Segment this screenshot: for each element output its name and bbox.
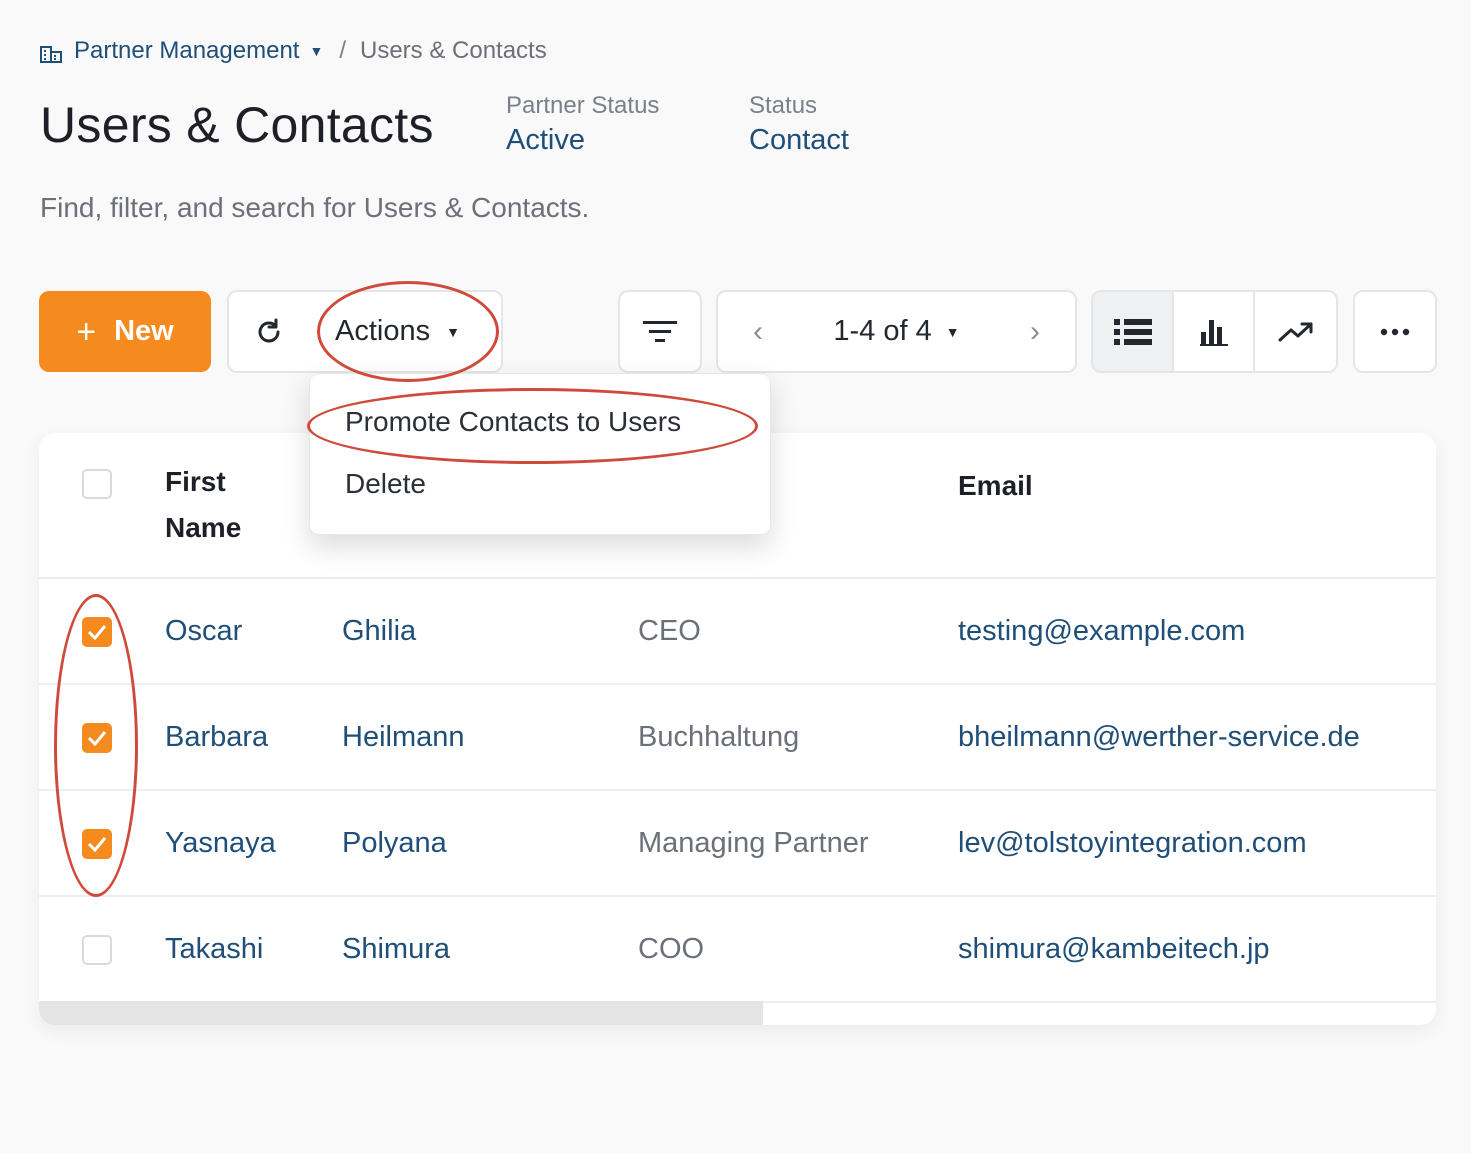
cell-last-name: Ghilia <box>342 614 417 647</box>
cell-email[interactable]: shimura@kambeitech.jp <box>958 897 1270 1001</box>
cell-title: COO <box>638 932 705 965</box>
actions-label: Actions <box>335 315 431 347</box>
filter-button[interactable] <box>618 290 702 373</box>
cell-last-name: Heilmann <box>342 720 465 753</box>
building-icon <box>40 42 62 63</box>
partner-status-label: Partner Status <box>506 92 660 119</box>
cell-title: Buchhaltung <box>638 720 800 753</box>
previous-page-button[interactable]: ‹ <box>718 292 798 371</box>
trend-view-button[interactable] <box>1255 292 1336 371</box>
horizontal-scrollbar[interactable] <box>39 1001 763 1025</box>
breadcrumb-current: Users & Contacts <box>360 37 547 64</box>
breadcrumb-root[interactable]: Partner Management ▼ <box>40 37 323 65</box>
status-label: Status <box>749 92 818 119</box>
cell-first-name: Barbara <box>165 720 269 753</box>
pagination: ‹ 1-4 of 4 ▼ › <box>716 290 1077 373</box>
new-button-label: New <box>114 315 174 347</box>
list-view-button[interactable] <box>1093 292 1175 371</box>
pager-range-dropdown[interactable]: 1-4 of 4 ▼ <box>798 315 995 348</box>
filter-icon <box>643 320 677 342</box>
column-header-first-name[interactable]: First Name <box>165 459 275 551</box>
refresh-button[interactable] <box>229 292 309 371</box>
chart-view-button[interactable] <box>1174 292 1256 371</box>
row-checkbox[interactable] <box>82 829 112 859</box>
checkmark-icon <box>87 837 107 852</box>
breadcrumb: Partner Management ▼ / Users & Contacts <box>40 34 547 68</box>
chevron-right-icon: › <box>1030 314 1040 348</box>
cell-first-name: Takashi <box>165 932 264 965</box>
cell-last-name: Shimura <box>342 932 450 965</box>
view-switcher <box>1091 290 1338 373</box>
row-checkbox[interactable] <box>82 723 112 753</box>
cell-title: Managing Partner <box>638 826 869 859</box>
chevron-down-icon: ▼ <box>309 43 324 59</box>
plus-icon: + <box>76 312 97 351</box>
cell-first-name: Yasnaya <box>165 826 276 859</box>
partner-status-value: Active <box>506 124 585 156</box>
refresh-icon <box>258 318 280 342</box>
cell-last-name: Polyana <box>342 826 447 859</box>
actions-dropdown-button[interactable]: Actions ▼ <box>335 315 460 348</box>
more-horizontal-icon <box>1380 328 1410 335</box>
cell-email[interactable]: bheilmann@werther-service.de <box>958 685 1360 789</box>
cell-email[interactable]: testing@example.com <box>958 579 1245 683</box>
actions-toolbar-group: Actions ▼ <box>227 290 503 373</box>
row-checkbox[interactable] <box>82 935 112 965</box>
cell-email[interactable]: lev@tolstoyintegration.com <box>958 791 1307 895</box>
cell-first-name: Oscar <box>165 614 243 647</box>
breadcrumb-root-label: Partner Management <box>74 37 300 64</box>
more-options-button[interactable] <box>1353 290 1437 373</box>
actions-menu: Promote Contacts to Users Delete <box>309 373 771 535</box>
column-header-email[interactable]: Email <box>958 463 1033 509</box>
checkmark-icon <box>87 731 107 746</box>
row-checkbox[interactable] <box>82 617 112 647</box>
table-row[interactable]: Takashi Shimura COO shimura@kambeitech.j… <box>39 897 1436 1003</box>
table-row[interactable]: Oscar Ghilia CEO testing@example.com <box>39 579 1436 685</box>
pager-range-label: 1-4 of 4 <box>833 315 932 347</box>
table-row[interactable]: Barbara Heilmann Buchhaltung bheilmann@w… <box>39 685 1436 791</box>
select-all-checkbox[interactable] <box>82 469 112 499</box>
breadcrumb-separator: / <box>339 37 346 64</box>
trending-up-icon <box>1278 322 1313 341</box>
status-value: Contact <box>749 124 849 156</box>
partner-status-meta: Partner Status Active <box>506 92 659 157</box>
page-subtitle: Find, filter, and search for Users & Con… <box>40 192 590 223</box>
chevron-down-icon: ▼ <box>945 323 960 340</box>
table-row[interactable]: Yasnaya Polyana Managing Partner lev@tol… <box>39 791 1436 897</box>
next-page-button[interactable]: › <box>995 292 1075 371</box>
page: Partner Management ▼ / Users & Contacts … <box>0 0 1471 1153</box>
status-meta: Status Contact <box>749 92 849 157</box>
menu-item-delete[interactable]: Delete <box>345 468 426 500</box>
list-icon <box>1113 318 1152 345</box>
menu-item-promote-contacts[interactable]: Promote Contacts to Users <box>345 406 681 438</box>
cell-title: CEO <box>638 614 701 647</box>
chevron-down-icon: ▼ <box>446 323 460 340</box>
page-title: Users & Contacts <box>40 97 434 153</box>
bar-chart-icon <box>1199 319 1228 346</box>
chevron-left-icon: ‹ <box>753 314 763 348</box>
checkmark-icon <box>87 625 107 640</box>
new-button[interactable]: + New <box>39 291 211 372</box>
